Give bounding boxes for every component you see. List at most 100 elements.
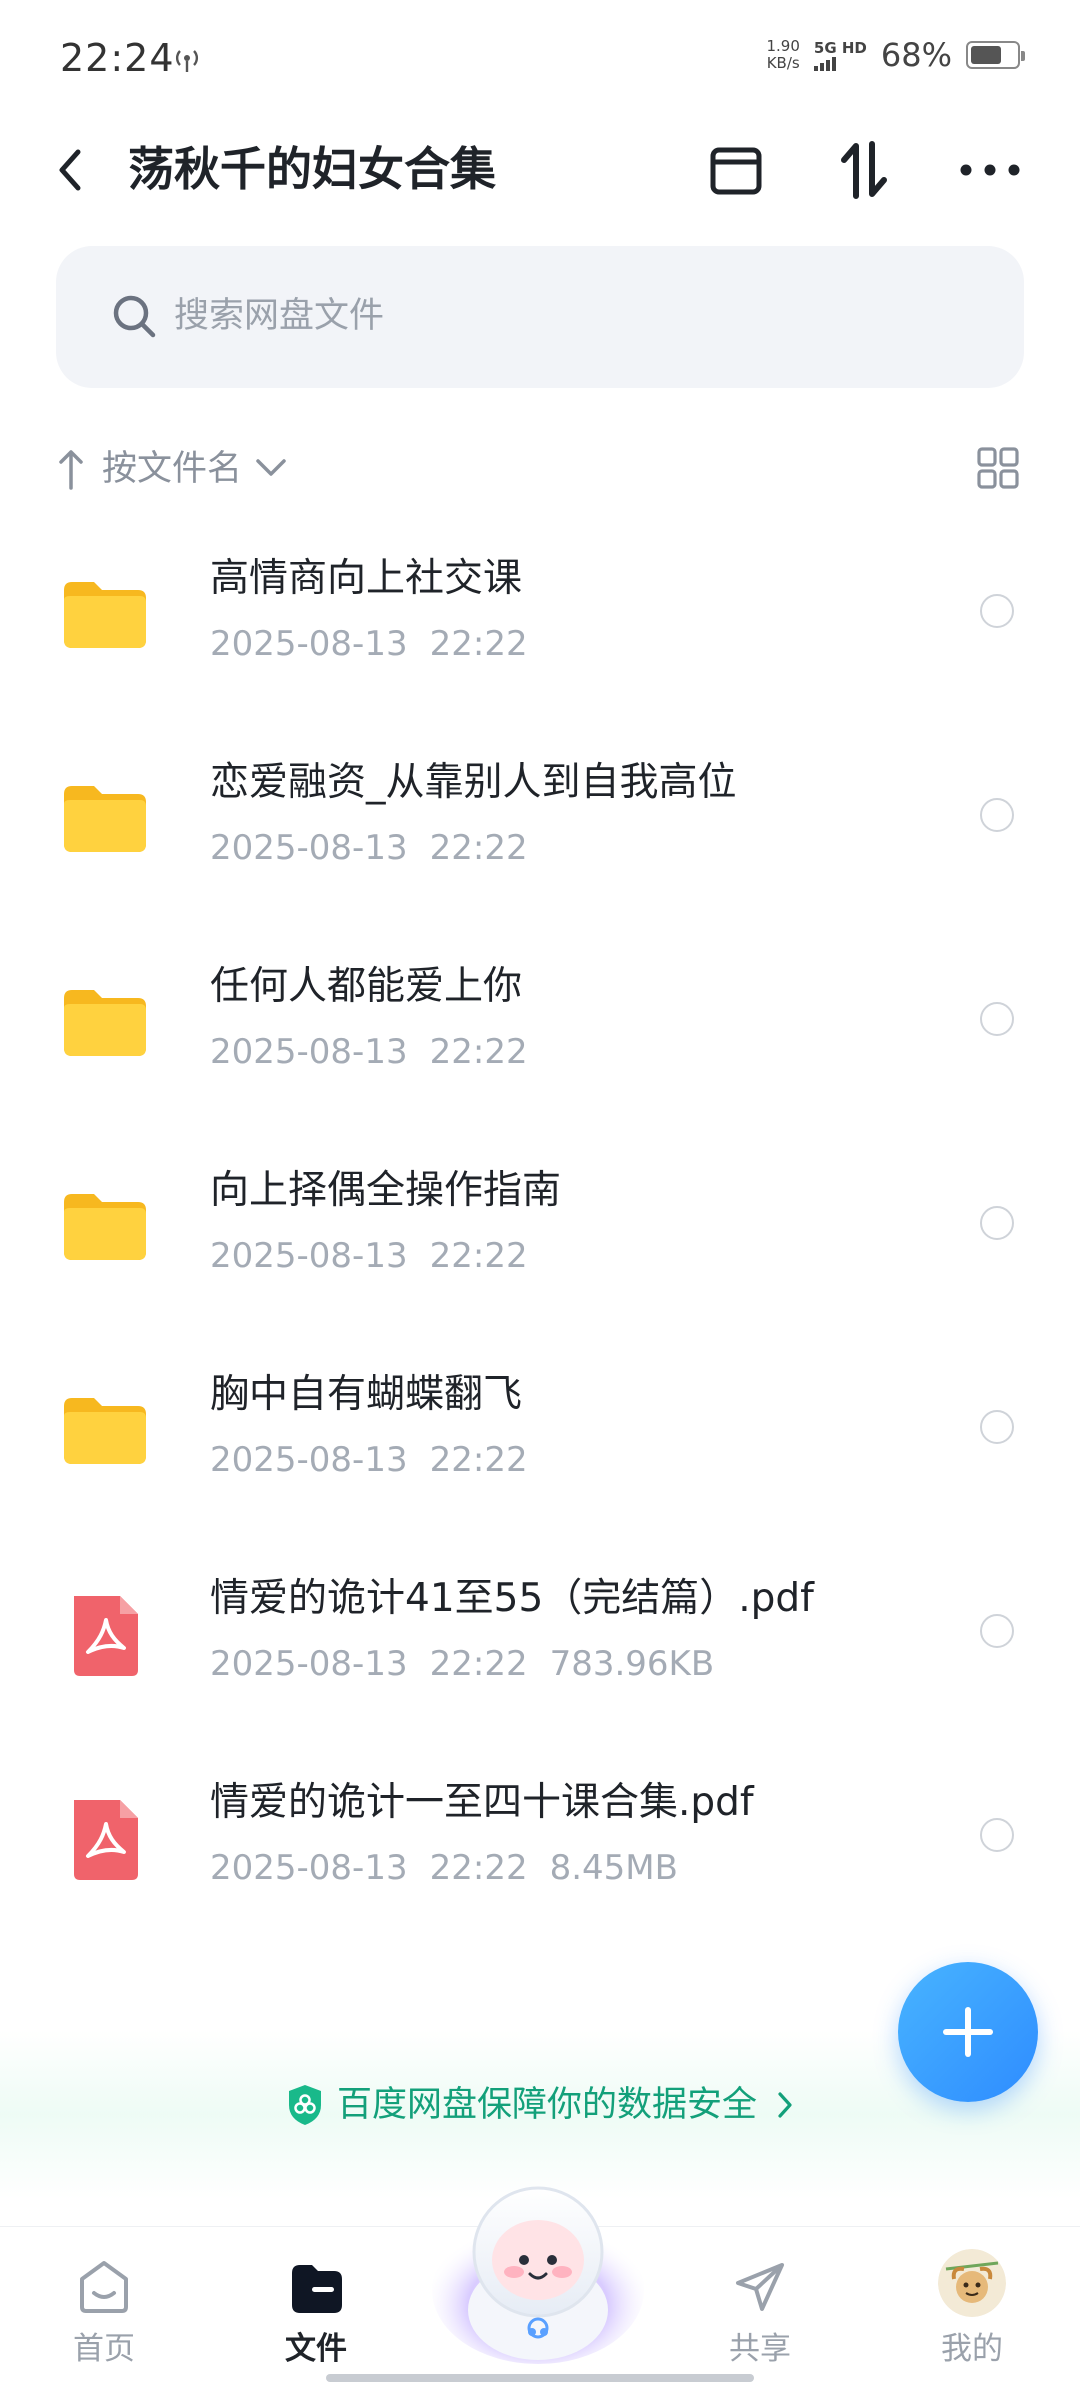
file-time: 22:22	[429, 1644, 528, 1684]
file-name: 情爱的诡计41至55（完结篇）.pdf	[210, 1576, 814, 1621]
file-name: 任何人都能爱上你	[210, 964, 523, 1009]
file-row[interactable]: 恋爱融资_从靠别人到自我高位 2025-08-13 22:22	[0, 724, 1080, 928]
file-name: 高情商向上社交课	[210, 556, 523, 601]
status-right: 1.90 KB/s 5G HD 68%	[766, 36, 1025, 74]
file-name: 情爱的诡计一至四十课合集.pdf	[210, 1780, 754, 1825]
security-text: 百度网盘保障你的数据安全	[336, 2085, 757, 2125]
file-meta: 2025-08-13 22:22	[210, 1436, 550, 1484]
file-row[interactable]: 胸中自有蝴蝶翻飞 2025-08-13 22:22	[0, 1336, 1080, 1540]
home-indicator	[326, 2374, 754, 2382]
select-checkbox[interactable]	[980, 798, 1014, 832]
page-title: 荡秋千的妇女合集	[128, 142, 496, 196]
files-icon	[292, 2265, 342, 2313]
signal-bars-icon	[813, 56, 836, 71]
folder-icon	[64, 990, 146, 1056]
file-size: 8.45MB	[549, 1848, 678, 1888]
file-date: 2025-08-13	[210, 1848, 408, 1888]
file-size: 783.96KB	[549, 1644, 715, 1684]
battery-icon	[966, 41, 1025, 69]
file-meta: 2025-08-13 22:22 8.45MB	[210, 1844, 700, 1892]
back-icon[interactable]	[50, 144, 90, 196]
folder-icon	[64, 786, 146, 852]
file-name: 恋爱融资_从靠别人到自我高位	[210, 760, 737, 805]
pdf-file-icon	[74, 1800, 138, 1880]
grid-view-icon[interactable]	[976, 446, 1020, 490]
screen: 22:24 1.90 KB/s 5G HD 68% 荡秋千的妇女合集 搜索网盘文…	[0, 0, 1080, 2388]
nav-home[interactable]: 首页	[34, 2247, 174, 2377]
file-meta: 2025-08-13 22:22	[210, 824, 550, 872]
folder-icon	[64, 1398, 146, 1464]
file-row[interactable]: 高情商向上社交课 2025-08-13 22:22	[0, 520, 1080, 724]
file-date: 2025-08-13	[210, 1236, 408, 1276]
security-link[interactable]: 百度网盘保障你的数据安全	[0, 2080, 1080, 2130]
shield-icon	[288, 2085, 321, 2125]
file-name: 胸中自有蝴蝶翻飞	[210, 1372, 523, 1417]
mascot-assistant-button[interactable]	[428, 2160, 648, 2370]
battery-fill	[971, 46, 1001, 64]
file-time: 22:22	[429, 1440, 528, 1480]
nav-mine[interactable]: 我的	[902, 2247, 1042, 2377]
file-date: 2025-08-13	[210, 624, 408, 664]
file-date: 2025-08-13	[210, 1032, 408, 1072]
file-meta: 2025-08-13 22:22	[210, 1028, 550, 1076]
folder-icon	[64, 582, 146, 648]
sort-row: 按文件名	[0, 440, 1080, 500]
file-time: 22:22	[429, 1236, 528, 1276]
chevron-right-icon	[778, 2092, 792, 2118]
nav-mine-label: 我的	[941, 2331, 1003, 2367]
pdf-file-icon	[74, 1596, 138, 1676]
chevron-down-icon[interactable]	[254, 456, 288, 480]
hotspot-icon	[175, 50, 199, 72]
file-time: 22:22	[429, 624, 528, 664]
nav-share-label: 共享	[729, 2331, 791, 2367]
file-meta: 2025-08-13 22:22	[210, 620, 550, 668]
file-date: 2025-08-13	[210, 1644, 408, 1684]
file-time: 22:22	[429, 1032, 528, 1072]
sort-ascending-icon[interactable]	[58, 448, 84, 490]
share-icon	[736, 2263, 784, 2311]
title-bar: 荡秋千的妇女合集	[0, 120, 1080, 220]
file-meta: 2025-08-13 22:22 783.96KB	[210, 1640, 736, 1688]
select-checkbox[interactable]	[980, 1410, 1014, 1444]
file-date: 2025-08-13	[210, 1440, 408, 1480]
nav-home-label: 首页	[73, 2331, 135, 2367]
file-time: 22:22	[429, 1848, 528, 1888]
status-bar: 22:24 1.90 KB/s 5G HD 68%	[0, 0, 1080, 120]
network-type: 5G HD	[813, 38, 867, 71]
avatar	[938, 2249, 1006, 2317]
add-button[interactable]	[898, 1962, 1038, 2102]
file-meta: 2025-08-13 22:22	[210, 1232, 550, 1280]
status-time: 22:24	[60, 36, 175, 80]
file-row[interactable]: 向上择偶全操作指南 2025-08-13 22:22	[0, 1132, 1080, 1336]
nav-share[interactable]: 共享	[690, 2247, 830, 2377]
select-checkbox[interactable]	[980, 1206, 1014, 1240]
sort-by-button[interactable]: 按文件名	[102, 444, 242, 494]
net-speed: 1.90 KB/s	[766, 38, 799, 72]
file-row[interactable]: 情爱的诡计41至55（完结篇）.pdf 2025-08-13 22:22 783.9…	[0, 1540, 1080, 1744]
file-name: 向上择偶全操作指南	[210, 1168, 562, 1213]
select-checkbox[interactable]	[980, 1614, 1014, 1648]
home-icon	[80, 2261, 128, 2313]
archive-icon[interactable]	[706, 140, 766, 200]
nav-files-label: 文件	[285, 2331, 347, 2367]
net-speed-value: 1.90	[766, 37, 800, 55]
folder-icon	[64, 1194, 146, 1260]
file-time: 22:22	[429, 828, 528, 868]
file-row[interactable]: 任何人都能爱上你 2025-08-13 22:22	[0, 928, 1080, 1132]
plus-icon	[943, 2007, 993, 2057]
file-date: 2025-08-13	[210, 828, 408, 868]
select-checkbox[interactable]	[980, 1002, 1014, 1036]
file-row[interactable]: 情爱的诡计一至四十课合集.pdf 2025-08-13 22:22 8.45MB	[0, 1744, 1080, 1948]
file-list: 高情商向上社交课 2025-08-13 22:22 恋爱融资_从靠别人到自我高位 …	[0, 520, 1080, 1948]
more-icon[interactable]	[958, 150, 1022, 190]
search-input[interactable]: 搜索网盘文件	[56, 246, 1024, 388]
net-speed-unit: KB/s	[766, 54, 800, 72]
select-checkbox[interactable]	[980, 1818, 1014, 1852]
select-checkbox[interactable]	[980, 594, 1014, 628]
network-type-label: 5G HD	[813, 38, 867, 57]
battery-percent: 68%	[880, 36, 952, 74]
search-placeholder: 搜索网盘文件	[174, 296, 385, 336]
search-icon	[113, 295, 156, 338]
sort-order-icon[interactable]	[834, 138, 894, 202]
nav-files[interactable]: 文件	[246, 2247, 386, 2377]
